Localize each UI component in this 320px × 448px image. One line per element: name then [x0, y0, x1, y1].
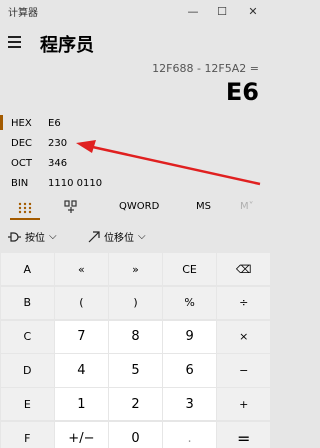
key-close-paren[interactable]: )	[109, 286, 162, 320]
keypad: A « » CE ⌫ B ( ) % ÷ C 7 8 9 × D 4 5 6 −…	[1, 253, 270, 448]
key-6[interactable]: 6	[163, 354, 216, 387]
shift-label: 位移位	[104, 233, 134, 244]
bit-toggle-icon[interactable]	[64, 200, 78, 214]
plus-icon[interactable]: +	[217, 388, 270, 421]
shift-dropdown[interactable]: 位移位 ⌵	[88, 229, 146, 244]
key-clear-entry[interactable]: CE	[163, 253, 216, 286]
key-b[interactable]: B	[1, 286, 54, 320]
key-9[interactable]: 9	[163, 320, 216, 353]
bitwise-label: 按位	[25, 233, 45, 244]
keypad-tabs: QWORD MS M˅	[0, 196, 271, 220]
key-f[interactable]: F	[1, 421, 54, 448]
memory-store-button[interactable]: MS	[196, 201, 211, 212]
shift-icon	[88, 230, 100, 242]
key-right-shift[interactable]: »	[109, 253, 162, 286]
key-decimal[interactable]: .	[163, 421, 216, 448]
key-e[interactable]: E	[1, 388, 54, 421]
key-negate[interactable]: +/−	[55, 421, 108, 448]
key-3[interactable]: 3	[163, 388, 216, 421]
equals-icon[interactable]: =	[217, 421, 270, 448]
arrow-head	[76, 140, 96, 153]
minus-icon[interactable]: −	[217, 354, 270, 387]
key-2[interactable]: 2	[109, 388, 162, 421]
key-percent[interactable]: %	[163, 286, 216, 320]
key-c[interactable]: C	[1, 320, 54, 353]
bitwise-dropdown[interactable]: 按位 ⌵	[8, 229, 57, 244]
key-8[interactable]: 8	[109, 320, 162, 353]
key-4[interactable]: 4	[55, 354, 108, 387]
chevron-down-icon: ⌵	[138, 231, 146, 242]
key-open-paren[interactable]: (	[55, 286, 108, 320]
multiply-icon[interactable]: ×	[217, 320, 270, 353]
active-tab-indicator	[10, 218, 40, 220]
key-a[interactable]: A	[1, 253, 54, 286]
bitwise-icon	[8, 231, 21, 242]
key-7[interactable]: 7	[55, 320, 108, 353]
keypad-icon[interactable]	[18, 202, 32, 214]
arrow-shaft	[87, 144, 261, 186]
key-left-shift[interactable]: «	[55, 253, 108, 286]
memory-recall-button[interactable]: M˅	[240, 201, 254, 212]
key-0[interactable]: 0	[109, 421, 162, 448]
operation-bar: 按位 ⌵ 位移位 ⌵	[0, 226, 271, 248]
word-size-button[interactable]: QWORD	[119, 201, 159, 212]
backspace-icon[interactable]: ⌫	[217, 253, 270, 286]
divide-icon[interactable]: ÷	[217, 286, 270, 320]
key-5[interactable]: 5	[109, 354, 162, 387]
chevron-down-icon: ⌵	[49, 231, 57, 242]
key-d[interactable]: D	[1, 354, 54, 387]
key-1[interactable]: 1	[55, 388, 108, 421]
